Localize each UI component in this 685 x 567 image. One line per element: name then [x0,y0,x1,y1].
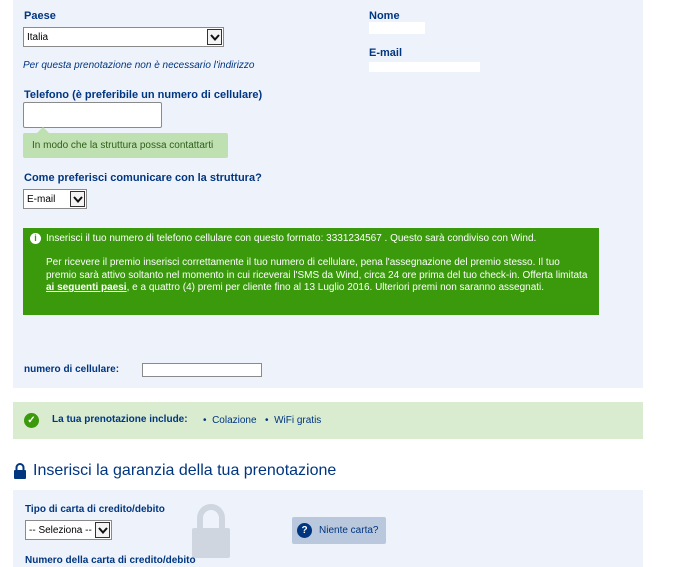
lock-icon [13,463,27,479]
guarantee-title-text: Inserisci la garanzia della tua prenotaz… [33,462,337,479]
country-label: Paese [24,10,56,22]
contact-pref-value: E-mail [27,193,56,205]
no-card-button[interactable]: ? Niente carta? [292,517,386,544]
includes-item-label: Colazione [212,415,257,426]
promo-line1: Inserisci il tuo numero di telefono cell… [46,233,537,244]
mobile-label: numero di cellulare: [24,364,120,375]
guest-details-panel [13,0,643,388]
includes-item: • Colazione [203,415,257,426]
redacted-email [369,62,480,72]
country-select[interactable]: Italia [23,27,224,47]
redacted-name [369,22,425,34]
address-note: Per questa prenotazione non è necessario… [23,60,255,71]
includes-item: • WiFi gratis [265,415,322,426]
lock-watermark-icon [190,502,232,561]
phone-input[interactable] [23,102,162,128]
no-card-label: Niente carta? [319,525,379,536]
card-number-label: Numero della carta di credito/debito [25,555,196,566]
contact-pref-select[interactable]: E-mail [23,189,87,209]
chevron-down-icon [207,29,222,45]
chevron-down-icon [95,522,110,538]
card-type-select[interactable]: -- Seleziona -- [25,520,112,540]
card-type-value: -- Seleziona -- [29,524,92,536]
checkmark-icon: ✓ [24,413,39,428]
mobile-input[interactable] [142,363,262,377]
question-icon: ? [297,523,312,538]
countries-link[interactable]: ai seguenti paesi [46,282,127,293]
promo-text-before: Per ricevere il premio inserisci corrett… [46,257,588,281]
phone-label: Telefono (è preferibile un numero di cel… [24,89,263,101]
promo-line2: Per ricevere il premio inserisci corrett… [46,257,591,295]
includes-label: La tua prenotazione include: [52,414,188,425]
includes-item-label: WiFi gratis [274,415,322,426]
info-icon: i [30,233,41,244]
promo-text-after: , e a quattro (4) premi per cliente fino… [126,282,545,293]
chevron-down-icon [70,191,85,207]
email-label: E-mail [369,47,403,59]
name-label: Nome [369,10,400,22]
phone-hint: In modo che la struttura possa contattar… [23,127,228,158]
card-type-label: Tipo di carta di credito/debito [25,504,165,515]
contact-pref-label: Come preferisci comunicare con la strutt… [24,172,262,184]
guarantee-title: Inserisci la garanzia della tua prenotaz… [13,462,336,480]
country-value: Italia [27,31,49,43]
booking-includes-bar: ✓ La tua prenotazione include: • Colazio… [13,402,643,439]
wind-promo-box: i Inserisci il tuo numero di telefono ce… [23,228,599,315]
